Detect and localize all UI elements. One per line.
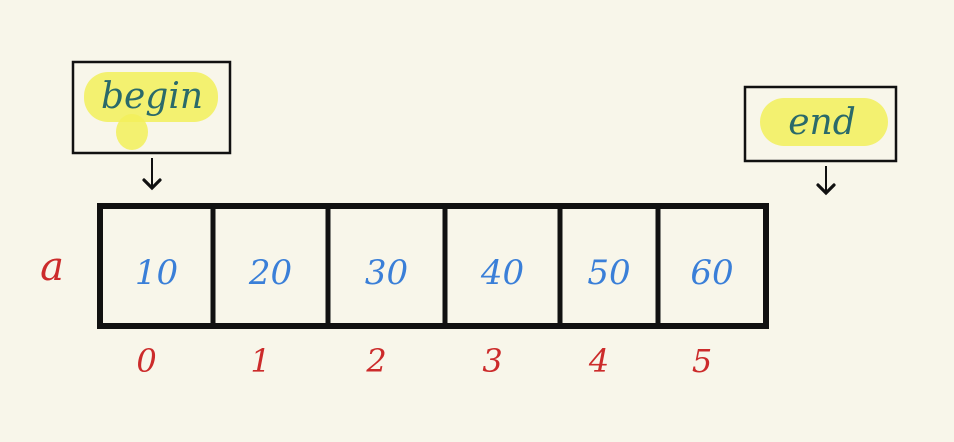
begin-label: begin xyxy=(101,76,203,117)
end-pointer: end xyxy=(743,85,898,196)
begin-highlight-tail xyxy=(116,114,148,150)
cell-index: 1 xyxy=(250,342,270,380)
cell-value: 40 xyxy=(480,253,524,293)
array-diagram: a 10 20 30 40 50 60 begin end 0 1 2 3 4 5 xyxy=(40,60,898,380)
cell-index: 5 xyxy=(692,342,712,380)
cell-value: 50 xyxy=(587,253,630,293)
cell-index: 0 xyxy=(136,342,156,380)
cell-value: 20 xyxy=(248,253,292,293)
cell-value: 30 xyxy=(365,253,408,293)
array-name-label: a xyxy=(40,244,64,290)
diagram-canvas: a 10 20 30 40 50 60 begin end 0 1 2 3 4 5 xyxy=(0,0,954,442)
array-indices: 0 1 2 3 4 5 xyxy=(136,342,712,380)
cell-index: 3 xyxy=(482,342,502,380)
cell-value: 60 xyxy=(690,253,733,293)
cell-index: 2 xyxy=(365,342,386,380)
end-label: end xyxy=(788,102,856,143)
cell-index: 4 xyxy=(588,342,609,380)
array-outline xyxy=(97,203,769,329)
begin-pointer: begin xyxy=(71,60,232,191)
array-cells: 10 20 30 40 50 60 xyxy=(135,206,734,326)
cell-value: 10 xyxy=(135,253,178,293)
